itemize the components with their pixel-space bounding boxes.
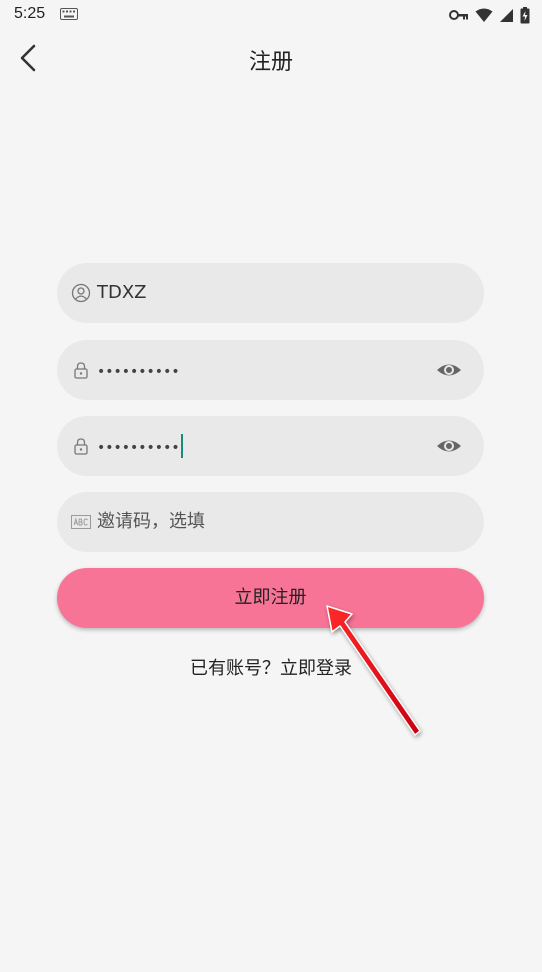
eye-icon <box>437 440 461 452</box>
status-bar: 5:25 <box>0 0 542 30</box>
text-cursor <box>180 434 183 458</box>
confirm-password-dots: •••••••••• <box>97 440 180 456</box>
user-icon <box>71 283 91 303</box>
signal-icon <box>500 8 513 22</box>
status-icons <box>449 6 530 24</box>
register-screen: 5:25 注册 TDXZ •••••••••• •••••••••• 邀请码，选… <box>0 0 542 972</box>
text-field-icon <box>71 515 91 529</box>
wifi-icon <box>475 8 493 22</box>
lock-icon <box>74 438 88 455</box>
invite-code-placeholder: 邀请码，选填 <box>97 511 205 532</box>
password-field[interactable]: •••••••••• <box>57 340 484 400</box>
vpn-key-icon <box>449 10 468 20</box>
username-field[interactable]: TDXZ <box>57 263 484 323</box>
confirm-password-value: •••••••••• <box>97 434 183 460</box>
eye-icon <box>437 364 461 376</box>
confirm-password-field[interactable]: •••••••••• <box>57 416 484 476</box>
username-value: TDXZ <box>97 282 147 303</box>
status-time: 5:25 <box>14 5 46 22</box>
annotation-arrow <box>326 605 421 736</box>
lock-icon <box>74 362 88 379</box>
toggle-password-visibility-button[interactable] <box>436 358 462 382</box>
page-title: 注册 <box>248 50 293 75</box>
password-value: •••••••••• <box>97 364 180 380</box>
register-button[interactable]: 立即注册 <box>57 568 484 628</box>
login-link[interactable]: 已有账号？立即登录 <box>0 654 542 680</box>
invite-code-field[interactable]: 邀请码，选填 <box>57 492 484 552</box>
toggle-confirm-password-visibility-button[interactable] <box>436 434 462 458</box>
battery-icon <box>520 6 530 23</box>
top-bar: 注册 <box>0 30 542 86</box>
keyboard-icon <box>60 8 78 20</box>
